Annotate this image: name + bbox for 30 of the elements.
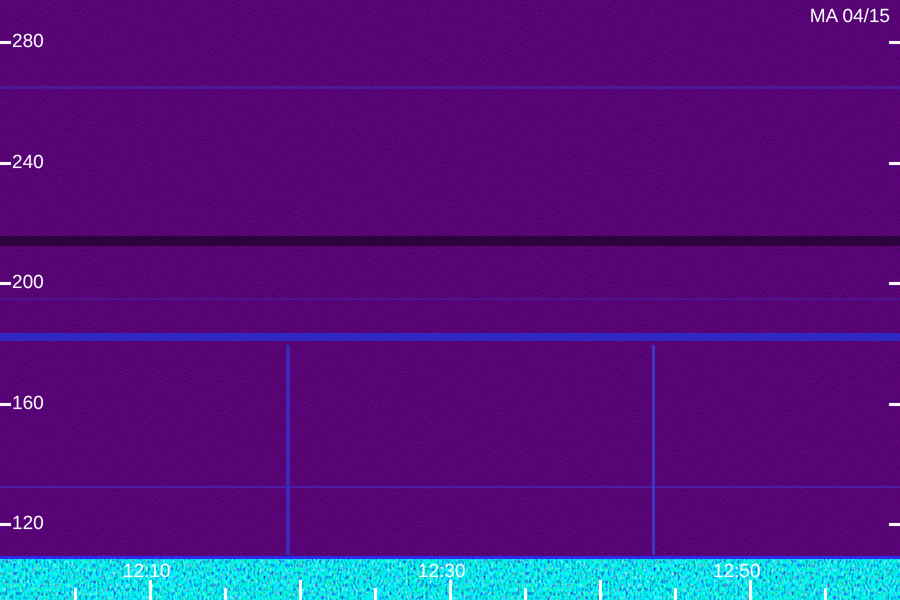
tick-mark — [0, 282, 11, 285]
time-label: 12:30 — [418, 562, 466, 582]
tick-mark — [889, 282, 900, 285]
tick-mark — [889, 162, 900, 164]
tick-mark — [674, 588, 677, 600]
tick-mark — [824, 588, 827, 600]
tick-mark — [0, 402, 11, 406]
axis-label: 240 — [12, 152, 44, 172]
axis-label: 120 — [12, 514, 44, 534]
tick-mark — [149, 580, 152, 600]
axis-label: 280 — [12, 32, 44, 52]
tick-mark — [889, 523, 900, 526]
axis-label: 160 — [12, 394, 44, 414]
station-label: MA 04/15 — [810, 7, 890, 27]
tick-mark — [0, 523, 11, 526]
tick-mark — [0, 162, 11, 164]
tick-mark — [749, 580, 752, 600]
time-label: 12:10 — [123, 562, 171, 582]
tick-mark — [599, 580, 602, 600]
tick-mark — [299, 580, 302, 600]
tick-mark — [74, 588, 77, 600]
tick-mark — [374, 588, 377, 600]
tick-mark — [0, 41, 11, 44]
time-label: 12:50 — [713, 562, 761, 582]
tick-mark — [449, 580, 452, 600]
tick-mark — [889, 41, 900, 44]
tick-mark — [224, 588, 227, 600]
tick-mark — [889, 402, 900, 406]
axis-label: 200 — [12, 273, 44, 293]
tick-mark — [524, 588, 527, 600]
